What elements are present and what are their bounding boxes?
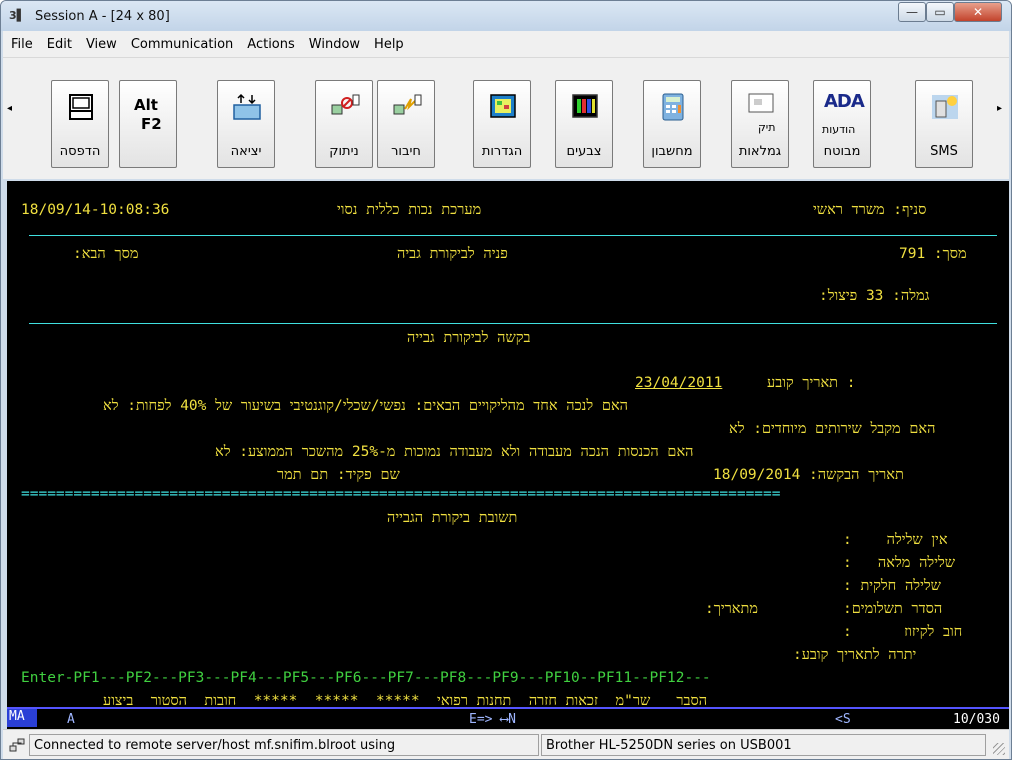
pension-file-icon [748,93,774,113]
disconnect-icon [331,94,360,115]
terminal-screen[interactable]: 18/09/14-10:08:36 מערכת נכות כללית נסוי … [7,181,1009,707]
calculator-label: מחשבון [651,144,693,159]
screen-title: פניה לביקורת גביה [397,246,508,262]
next-screen-label: מסך הבא: [73,246,139,262]
insured-button[interactable]: ADA הודעות מבוטח [813,80,871,168]
alt-f2-label: F2 [141,115,162,133]
pf-keys-line[interactable]: Enter-PF1---PF2---PF3---PF4---PF5---PF6-… [21,667,711,691]
gimla-line: גמלה: 33 פיצול: [819,288,930,304]
print-button[interactable]: הדפסה [51,80,109,168]
menu-help[interactable]: Help [374,37,404,52]
connection-status: Connected to remote server/host mf.snifi… [29,734,539,756]
ada-text: ADA [824,91,865,112]
disconnect-label: ניתוק [329,144,359,159]
exit-button[interactable]: יציאה [217,80,275,168]
ada-sub: הודעות [822,123,856,136]
payment-plan: הסדר תשלומים: [843,601,943,617]
settings-icon [490,94,516,118]
app-icon[interactable]: 3▌ [9,9,31,25]
connect-icon [393,94,422,115]
exit-label: יציאה [230,144,262,159]
header-branch: סניף: משרד ראשי [813,202,927,218]
separator-line: ========================================… [21,486,781,502]
oia-lt: <S [835,712,851,727]
question-special-services: האם מקבל שירותים מיוחדים: לא [729,421,936,437]
oia-ma: MA [7,709,37,727]
oia-mode: A [67,712,75,727]
ada-icon: ADA [824,91,865,112]
pension-file-text: תיק [758,121,776,134]
screen-number: 791 :מסך [899,246,967,262]
exit-icon [233,93,261,120]
menu-actions[interactable]: Actions [247,37,295,52]
menu-file[interactable]: File [11,37,33,52]
resize-grip[interactable] [993,743,1005,755]
menu-view[interactable]: View [86,37,117,52]
network-icon [9,738,25,752]
toolbar: ◂ הדפסה Alt F2 יציאה ניתוק חיבור הגדרות … [3,57,1009,179]
response-full-denial: שלילה מלאה : [843,555,956,571]
emulator-window: 3▌ Session A - [24 x 80] — ▭ ✕ File Edit… [0,0,1012,760]
calculator-button[interactable]: מחשבון [643,80,701,168]
alt-f2-icon: Alt [134,97,158,113]
menu-edit[interactable]: Edit [47,37,72,52]
menu-communication[interactable]: Communication [131,37,233,52]
operator-info-area: MA A E=> ⟷N <S 10/030 [7,707,1009,729]
calculator-icon [662,93,684,121]
sms-icon [932,95,958,119]
connect-label: חיבור [391,144,421,159]
alt-f2-button[interactable]: Alt F2 [119,80,177,168]
menu-bar: File Edit View Communication Actions Win… [3,31,1009,57]
toolbar-scroll-right[interactable]: ▸ [997,103,1002,114]
sms-label: SMS [930,144,958,159]
response-partial-denial: שלילה חלקית : [843,578,941,594]
close-button[interactable]: ✕ [954,2,1002,22]
print-label: הדפסה [59,144,101,159]
close-icon: ✕ [972,5,984,19]
header-rule [29,235,997,236]
question-impairment: האם לנכה אחד מהליקויים הבאים: נפשי/שכלי/… [103,398,628,414]
minimize-button[interactable]: — [898,2,926,22]
pf-description-line: הסבר שר"מ זכאות חזרה תחנות רפואי ***** *… [103,693,708,707]
app-icon-glyph: 3▌ [9,9,26,22]
connect-button[interactable]: חיבור [377,80,435,168]
pensions-button[interactable]: תיק גמלאות [731,80,789,168]
response-no-denial: אין שלילה : [843,532,948,548]
question-income: האם הכנסות הנכה מעבודה ולא מעבודה נמוכות… [215,444,694,460]
window-title: Session A - [24 x 80] [35,9,170,24]
printer-icon [69,94,93,120]
maximize-button[interactable]: ▭ [926,2,954,22]
oia-cursor-position: 10/030 [953,712,1000,727]
alt-text: Alt [134,96,158,114]
settings-label: הגדרות [481,144,523,159]
menu-window[interactable]: Window [309,37,360,52]
status-bar: Connected to remote server/host mf.snifi… [3,729,1009,759]
section-rule [29,323,997,324]
minimize-icon: — [906,5,918,19]
balance-fixed-date: יתרה לתאריך קובע: [793,647,917,663]
colors-icon [572,94,598,118]
settings-button[interactable]: הגדרות [473,80,531,168]
pensions-label: גמלאות [738,144,782,159]
offset-debt: חוב לקיזוז : [843,624,963,640]
payment-plan-from: מתאריך: [705,601,758,617]
sms-button[interactable]: SMS [915,80,973,168]
insured-label: מבוטח [823,144,861,159]
toolbar-scroll-left[interactable]: ◂ [7,103,12,114]
response-title: תשובת ביקורת הגבייה [387,510,518,526]
printer-status: Brother HL-5250DN series on USB001 [541,734,986,756]
disconnect-button[interactable]: ניתוק [315,80,373,168]
colors-button[interactable]: צבעים [555,80,613,168]
colors-label: צבעים [566,144,602,159]
title-bar[interactable]: 3▌ Session A - [24 x 80] — ▭ ✕ [1,1,1011,31]
maximize-icon: ▭ [934,5,946,19]
request-title: בקשה לביקורת גבייה [407,330,531,346]
fixed-date-value[interactable]: 23/04/2011 [635,372,722,396]
header-datetime: 18/09/14-10:08:36 [21,202,170,218]
header-system: מערכת נכות כללית נסוי [337,202,482,218]
fixed-date-label: : תאריך קובע [767,375,856,391]
oia-arrows: E=> ⟷N [469,712,516,727]
